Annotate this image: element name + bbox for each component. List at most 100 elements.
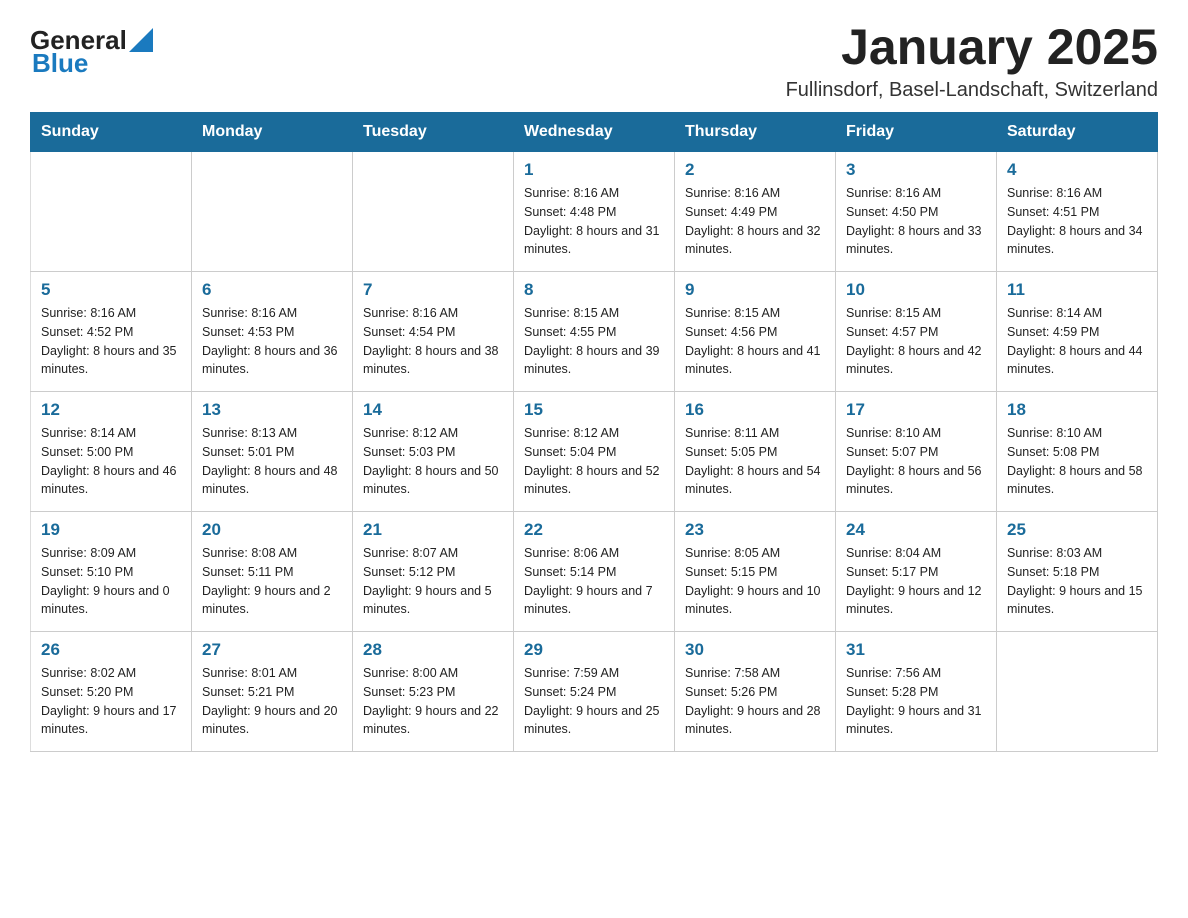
- month-title: January 2025: [786, 20, 1158, 75]
- day-info: Sunrise: 8:07 AM Sunset: 5:12 PM Dayligh…: [363, 544, 503, 619]
- day-cell: [192, 152, 353, 272]
- day-cell: 30 Sunrise: 7:58 AM Sunset: 5:26 PM Dayli…: [675, 632, 836, 752]
- day-info: Sunrise: 8:15 AM Sunset: 4:57 PM Dayligh…: [846, 304, 986, 379]
- day-info: Sunrise: 8:12 AM Sunset: 5:03 PM Dayligh…: [363, 424, 503, 499]
- days-header-row: SundayMondayTuesdayWednesdayThursdayFrid…: [31, 113, 1158, 152]
- day-info: Sunrise: 7:59 AM Sunset: 5:24 PM Dayligh…: [524, 664, 664, 739]
- day-cell: 4Sunrise: 8:16 AM Sunset: 4:51 PM Daylig…: [997, 152, 1158, 272]
- day-cell: 16 Sunrise: 8:11 AM Sunset: 5:05 PM Dayli…: [675, 392, 836, 512]
- day-cell: 11 Sunrise: 8:14 AM Sunset: 4:59 PM Dayli…: [997, 272, 1158, 392]
- day-header-wednesday: Wednesday: [514, 113, 675, 152]
- day-info: Sunrise: 8:10 AM Sunset: 5:07 PM Dayligh…: [846, 424, 986, 499]
- day-number: 23: [685, 520, 825, 540]
- day-number: 30: [685, 640, 825, 660]
- day-number: 3: [846, 160, 986, 180]
- day-cell: 29 Sunrise: 7:59 AM Sunset: 5:24 PM Dayli…: [514, 632, 675, 752]
- week-row-4: 19 Sunrise: 8:09 AM Sunset: 5:10 PM Dayli…: [31, 512, 1158, 632]
- day-cell: 7Sunrise: 8:16 AM Sunset: 4:54 PM Daylig…: [353, 272, 514, 392]
- day-cell: 15 Sunrise: 8:12 AM Sunset: 5:04 PM Dayli…: [514, 392, 675, 512]
- week-row-5: 26 Sunrise: 8:02 AM Sunset: 5:20 PM Dayli…: [31, 632, 1158, 752]
- day-cell: 27 Sunrise: 8:01 AM Sunset: 5:21 PM Dayli…: [192, 632, 353, 752]
- day-number: 22: [524, 520, 664, 540]
- day-info: Sunrise: 8:11 AM Sunset: 5:05 PM Dayligh…: [685, 424, 825, 499]
- day-cell: 22 Sunrise: 8:06 AM Sunset: 5:14 PM Dayli…: [514, 512, 675, 632]
- day-number: 11: [1007, 280, 1147, 300]
- day-info: Sunrise: 8:16 AM Sunset: 4:50 PM Dayligh…: [846, 184, 986, 259]
- day-number: 7: [363, 280, 503, 300]
- title-area: January 2025 Fullinsdorf, Basel-Landscha…: [786, 20, 1158, 102]
- day-number: 24: [846, 520, 986, 540]
- day-info: Sunrise: 8:16 AM Sunset: 4:51 PM Dayligh…: [1007, 184, 1147, 259]
- day-cell: 28 Sunrise: 8:00 AM Sunset: 5:23 PM Dayli…: [353, 632, 514, 752]
- calendar-table: SundayMondayTuesdayWednesdayThursdayFrid…: [30, 112, 1158, 752]
- day-cell: 8 Sunrise: 8:15 AM Sunset: 4:55 PM Daylig…: [514, 272, 675, 392]
- day-number: 9: [685, 280, 825, 300]
- day-cell: 21 Sunrise: 8:07 AM Sunset: 5:12 PM Dayli…: [353, 512, 514, 632]
- day-cell: [997, 632, 1158, 752]
- day-number: 18: [1007, 400, 1147, 420]
- day-number: 15: [524, 400, 664, 420]
- day-info: Sunrise: 8:16 AM Sunset: 4:53 PM Dayligh…: [202, 304, 342, 379]
- day-cell: 24 Sunrise: 8:04 AM Sunset: 5:17 PM Dayli…: [836, 512, 997, 632]
- day-info: Sunrise: 8:15 AM Sunset: 4:55 PM Dayligh…: [524, 304, 664, 379]
- day-cell: 2Sunrise: 8:16 AM Sunset: 4:49 PM Daylig…: [675, 152, 836, 272]
- day-info: Sunrise: 8:01 AM Sunset: 5:21 PM Dayligh…: [202, 664, 342, 739]
- day-number: 19: [41, 520, 181, 540]
- day-number: 14: [363, 400, 503, 420]
- day-cell: 25 Sunrise: 8:03 AM Sunset: 5:18 PM Dayli…: [997, 512, 1158, 632]
- day-cell: [353, 152, 514, 272]
- location: Fullinsdorf, Basel-Landschaft, Switzerla…: [786, 79, 1158, 102]
- week-row-3: 12Sunrise: 8:14 AM Sunset: 5:00 PM Dayli…: [31, 392, 1158, 512]
- day-info: Sunrise: 8:14 AM Sunset: 4:59 PM Dayligh…: [1007, 304, 1147, 379]
- day-info: Sunrise: 8:09 AM Sunset: 5:10 PM Dayligh…: [41, 544, 181, 619]
- day-number: 1: [524, 160, 664, 180]
- day-header-monday: Monday: [192, 113, 353, 152]
- day-info: Sunrise: 8:00 AM Sunset: 5:23 PM Dayligh…: [363, 664, 503, 739]
- day-cell: 6 Sunrise: 8:16 AM Sunset: 4:53 PM Daylig…: [192, 272, 353, 392]
- day-number: 13: [202, 400, 342, 420]
- day-cell: 23Sunrise: 8:05 AM Sunset: 5:15 PM Dayli…: [675, 512, 836, 632]
- day-number: 16: [685, 400, 825, 420]
- day-cell: [31, 152, 192, 272]
- day-number: 27: [202, 640, 342, 660]
- day-number: 31: [846, 640, 986, 660]
- day-number: 28: [363, 640, 503, 660]
- day-info: Sunrise: 8:04 AM Sunset: 5:17 PM Dayligh…: [846, 544, 986, 619]
- day-number: 29: [524, 640, 664, 660]
- day-cell: 9 Sunrise: 8:15 AM Sunset: 4:56 PM Daylig…: [675, 272, 836, 392]
- day-cell: 26 Sunrise: 8:02 AM Sunset: 5:20 PM Dayli…: [31, 632, 192, 752]
- day-number: 5: [41, 280, 181, 300]
- day-info: Sunrise: 8:13 AM Sunset: 5:01 PM Dayligh…: [202, 424, 342, 499]
- day-info: Sunrise: 8:16 AM Sunset: 4:52 PM Dayligh…: [41, 304, 181, 379]
- week-row-2: 5 Sunrise: 8:16 AM Sunset: 4:52 PM Daylig…: [31, 272, 1158, 392]
- day-info: Sunrise: 8:12 AM Sunset: 5:04 PM Dayligh…: [524, 424, 664, 499]
- day-cell: 14 Sunrise: 8:12 AM Sunset: 5:03 PM Dayli…: [353, 392, 514, 512]
- day-cell: 12Sunrise: 8:14 AM Sunset: 5:00 PM Dayli…: [31, 392, 192, 512]
- day-number: 10: [846, 280, 986, 300]
- day-info: Sunrise: 7:56 AM Sunset: 5:28 PM Dayligh…: [846, 664, 986, 739]
- day-info: Sunrise: 7:58 AM Sunset: 5:26 PM Dayligh…: [685, 664, 825, 739]
- day-number: 26: [41, 640, 181, 660]
- logo-container: General Blue: [30, 20, 153, 79]
- week-row-1: 1Sunrise: 8:16 AM Sunset: 4:48 PM Daylig…: [31, 152, 1158, 272]
- day-number: 21: [363, 520, 503, 540]
- day-cell: 10 Sunrise: 8:15 AM Sunset: 4:57 PM Dayli…: [836, 272, 997, 392]
- day-number: 20: [202, 520, 342, 540]
- day-info: Sunrise: 8:06 AM Sunset: 5:14 PM Dayligh…: [524, 544, 664, 619]
- logo-blue-text: Blue: [32, 48, 88, 79]
- day-info: Sunrise: 8:03 AM Sunset: 5:18 PM Dayligh…: [1007, 544, 1147, 619]
- day-info: Sunrise: 8:02 AM Sunset: 5:20 PM Dayligh…: [41, 664, 181, 739]
- day-cell: 3 Sunrise: 8:16 AM Sunset: 4:50 PM Daylig…: [836, 152, 997, 272]
- day-header-tuesday: Tuesday: [353, 113, 514, 152]
- header: General Blue January 2025 Fullinsdorf, B…: [30, 20, 1158, 102]
- day-info: Sunrise: 8:08 AM Sunset: 5:11 PM Dayligh…: [202, 544, 342, 619]
- day-cell: 19 Sunrise: 8:09 AM Sunset: 5:10 PM Dayli…: [31, 512, 192, 632]
- day-number: 25: [1007, 520, 1147, 540]
- day-info: Sunrise: 8:14 AM Sunset: 5:00 PM Dayligh…: [41, 424, 181, 499]
- day-number: 6: [202, 280, 342, 300]
- day-info: Sunrise: 8:15 AM Sunset: 4:56 PM Dayligh…: [685, 304, 825, 379]
- day-cell: 18Sunrise: 8:10 AM Sunset: 5:08 PM Dayli…: [997, 392, 1158, 512]
- logo-triangle-icon: [129, 28, 153, 52]
- day-cell: 17Sunrise: 8:10 AM Sunset: 5:07 PM Dayli…: [836, 392, 997, 512]
- day-number: 8: [524, 280, 664, 300]
